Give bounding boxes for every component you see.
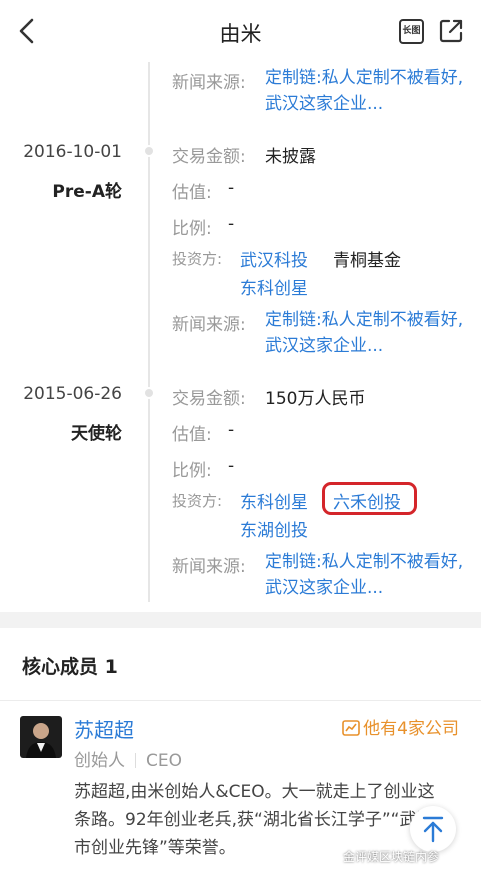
- person-icon: [26, 723, 56, 758]
- ratio-value: -: [228, 214, 235, 234]
- core-members-section: 核心成员 1 苏超超 他有4家公司 创始人 CEO 苏超超,由米创始人&CEO。大…: [0, 628, 481, 882]
- valuation-value: -: [228, 420, 235, 440]
- amount-value: 未披露: [265, 147, 316, 167]
- timeline-dot: [143, 145, 155, 157]
- watermark: 金评媒区块链内参: [343, 850, 440, 864]
- valuation-label: 估值:: [172, 425, 212, 445]
- arrow-up-icon: [422, 816, 444, 843]
- news-source-label: 新闻来源:: [172, 315, 246, 335]
- amount-label: 交易金额:: [172, 147, 246, 167]
- share-icon[interactable]: [438, 18, 464, 44]
- ratio-label: 比例:: [172, 219, 212, 239]
- other-companies-link[interactable]: 他有4家公司: [342, 714, 459, 739]
- top-nav-bar: 由米 长图: [0, 0, 481, 62]
- section-title: 核心成员 1: [22, 656, 118, 678]
- timeline-dot: [143, 387, 155, 399]
- divider: [0, 700, 481, 701]
- news-source-label: 新闻来源:: [172, 557, 246, 577]
- ratio-value: -: [228, 456, 235, 476]
- divider: [135, 753, 136, 768]
- valuation-value: -: [228, 178, 235, 198]
- timeline-line: [148, 62, 150, 602]
- ratio-label: 比例:: [172, 461, 212, 481]
- investors-label: 投资方:: [172, 492, 223, 510]
- chart-icon: [342, 720, 360, 736]
- avatar[interactable]: [20, 716, 62, 758]
- investors-label: 投资方:: [172, 250, 223, 268]
- round-name: Pre-A轮: [52, 182, 122, 202]
- other-companies-label: 他有4家公司: [363, 719, 459, 739]
- highlight-box: [322, 482, 417, 515]
- member-role: 创始人 CEO: [74, 746, 182, 771]
- valuation-label: 估值:: [172, 183, 212, 203]
- investor-link[interactable]: 东科创星: [240, 274, 308, 299]
- round-date: 2016-10-01: [23, 142, 122, 162]
- news-source-link[interactable]: 定制链:私人定制不被看好,武汉这家企业...: [265, 307, 465, 359]
- news-source-link[interactable]: 定制链:私人定制不被看好,武汉这家企业...: [265, 65, 465, 117]
- news-source-label: 新闻来源:: [172, 73, 246, 93]
- amount-value: 150万人民币: [265, 389, 366, 409]
- investor-link[interactable]: 武汉科投: [240, 246, 308, 271]
- round-date: 2015-06-26: [23, 384, 122, 404]
- round-name: 天使轮: [71, 424, 122, 444]
- financing-timeline: 新闻来源: 定制链:私人定制不被看好,武汉这家企业... 2016-10-01 …: [0, 62, 481, 620]
- title-label: CEO: [146, 751, 182, 771]
- investor-link[interactable]: 东科创星: [240, 488, 308, 513]
- back-to-top-button[interactable]: [410, 806, 456, 852]
- role-label: 创始人: [74, 751, 125, 771]
- amount-label: 交易金额:: [172, 389, 246, 409]
- investor-link[interactable]: 东湖创投: [240, 516, 308, 541]
- long-image-icon[interactable]: 长图: [399, 19, 424, 44]
- investor-name: 青桐基金: [333, 251, 401, 271]
- section-divider: [0, 612, 481, 628]
- news-source-link[interactable]: 定制链:私人定制不被看好,武汉这家企业...: [265, 549, 465, 601]
- member-name[interactable]: 苏超超: [74, 714, 134, 743]
